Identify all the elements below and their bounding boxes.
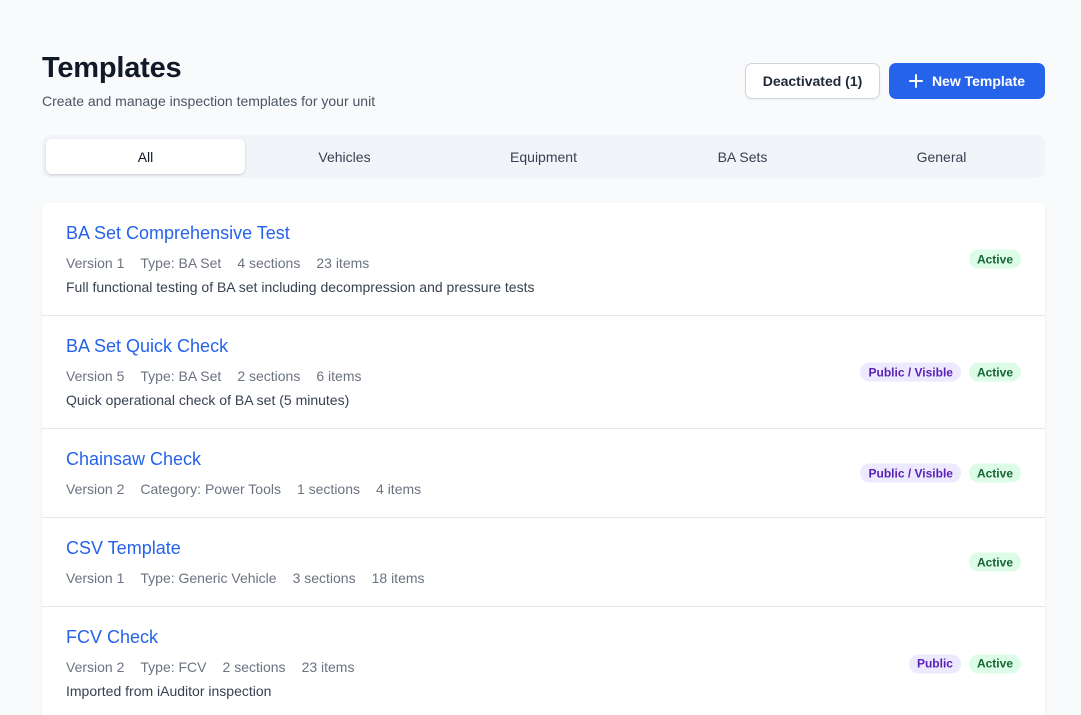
tab-general[interactable]: General (842, 139, 1041, 174)
page-subtitle: Create and manage inspection templates f… (42, 93, 376, 109)
templates-page: Templates Create and manage inspection t… (0, 0, 1081, 715)
template-sections: 1 sections (296, 481, 361, 497)
template-badges: Public Active (908, 654, 1021, 673)
template-items: 23 items (301, 659, 355, 675)
template-title-link[interactable]: Chainsaw Check (66, 447, 201, 471)
template-meta: Version 2 Category: Power Tools 1 sectio… (66, 480, 1021, 498)
template-meta: Version 1 Type: BA Set 4 sections 23 ite… (66, 254, 1021, 272)
template-type: Type: BA Set (140, 255, 222, 271)
template-row[interactable]: BA Set Comprehensive Test Version 1 Type… (42, 203, 1045, 316)
template-category: Category: Power Tools (140, 481, 281, 497)
template-title-link[interactable]: BA Set Quick Check (66, 334, 228, 358)
visibility-badge: Public / Visible (860, 463, 961, 483)
template-items: 4 items (376, 481, 422, 497)
template-title-link[interactable]: FCV Check (66, 625, 158, 649)
template-description: Quick operational check of BA set (5 min… (66, 392, 350, 408)
header-actions: Deactivated (1) New Template (745, 63, 1045, 99)
deactivated-button[interactable]: Deactivated (1) (745, 63, 880, 99)
template-items: 18 items (371, 570, 425, 586)
template-badges: Public / Visible Active (860, 463, 1021, 483)
template-row[interactable]: CSV Template Version 1 Type: Generic Veh… (42, 518, 1045, 607)
template-meta: Version 1 Type: Generic Vehicle 3 sectio… (66, 569, 1021, 587)
tab-all[interactable]: All (46, 139, 245, 174)
status-badge: Active (968, 463, 1021, 483)
template-version: Version 5 (66, 368, 125, 384)
template-items: 6 items (316, 368, 362, 384)
category-tabs: All Vehicles Equipment BA Sets General (42, 135, 1045, 178)
status-badge: Active (968, 362, 1021, 382)
template-title-link[interactable]: BA Set Comprehensive Test (66, 221, 290, 245)
template-type: Type: FCV (140, 659, 207, 675)
tab-vehicles[interactable]: Vehicles (245, 139, 444, 174)
template-row[interactable]: FCV Check Version 2 Type: FCV 2 sections… (42, 607, 1045, 715)
template-sections: 2 sections (237, 368, 301, 384)
template-version: Version 2 (66, 659, 125, 675)
plus-icon (908, 74, 923, 88)
template-sections: 4 sections (237, 255, 301, 271)
new-template-button[interactable]: New Template (889, 63, 1045, 99)
template-badges: Active (968, 552, 1021, 572)
tab-ba-sets[interactable]: BA Sets (643, 139, 842, 174)
template-sections: 2 sections (222, 659, 286, 675)
template-title-link[interactable]: CSV Template (66, 536, 181, 560)
page-header: Templates Create and manage inspection t… (42, 52, 1045, 112)
template-version: Version 1 (66, 570, 125, 586)
template-list: BA Set Comprehensive Test Version 1 Type… (42, 203, 1045, 715)
visibility-badge: Public / Visible (860, 362, 961, 382)
template-type: Type: Generic Vehicle (140, 570, 277, 586)
template-version: Version 1 (66, 255, 125, 271)
template-badges: Active (968, 249, 1021, 269)
template-type: Type: BA Set (140, 368, 222, 384)
template-sections: 3 sections (292, 570, 356, 586)
status-badge: Active (968, 249, 1021, 269)
template-row[interactable]: BA Set Quick Check Version 5 Type: BA Se… (42, 316, 1045, 429)
visibility-badge: Public (908, 654, 961, 673)
new-template-label: New Template (931, 73, 1026, 89)
tab-equipment[interactable]: Equipment (444, 139, 643, 174)
template-description: Full functional testing of BA set includ… (66, 279, 535, 295)
status-badge: Active (968, 552, 1021, 572)
template-version: Version 2 (66, 481, 125, 497)
page-title: Templates (42, 52, 182, 84)
template-row[interactable]: Chainsaw Check Version 2 Category: Power… (42, 429, 1045, 518)
template-description: Imported from iAuditor inspection (66, 683, 272, 699)
template-meta: Version 2 Type: FCV 2 sections 23 items (66, 658, 1021, 676)
template-badges: Public / Visible Active (860, 362, 1021, 382)
status-badge: Active (968, 654, 1021, 673)
template-items: 23 items (316, 255, 370, 271)
